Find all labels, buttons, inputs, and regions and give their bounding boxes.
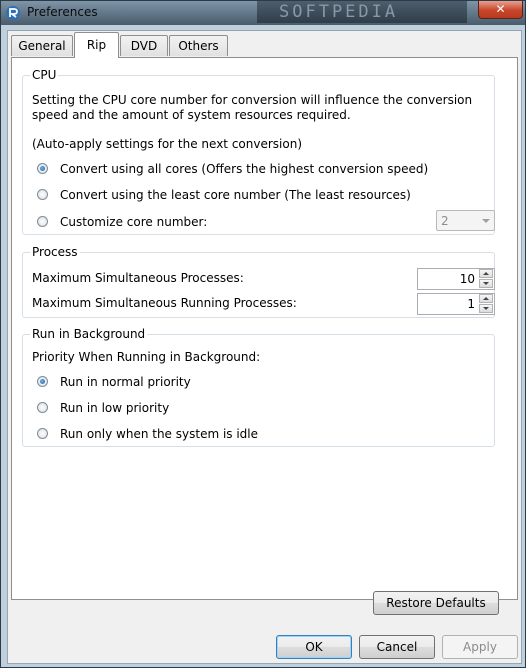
window-title: Preferences [27,5,98,19]
spin-down-icon[interactable] [479,279,493,288]
max-running-label: Maximum Simultaneous Running Processes: [32,296,297,310]
option-label: Convert using all cores (Offers the high… [60,162,429,176]
option-label: Run only when the system is idle [60,427,259,441]
option-label: Convert using the least core number (The… [60,188,411,202]
tab-general[interactable]: General [11,35,73,56]
spin-up-icon[interactable] [479,294,493,303]
spin-buttons [479,269,494,289]
spin-down-icon[interactable] [479,304,493,313]
max-processes-label: Maximum Simultaneous Processes: [32,271,244,285]
preferences-window: Preferences SOFTPEDIA ✕ General Rip DVD … [0,0,526,668]
core-number-select[interactable]: 2 [436,210,495,231]
spin-up-icon[interactable] [479,269,493,278]
max-running-value: 1 [467,297,475,311]
rip-tab-panel: CPU Setting the CPU core number for conv… [11,57,518,615]
max-processes-stepper[interactable]: 10 [417,268,495,290]
chevron-down-icon [482,219,490,223]
cpu-group-label: CPU [30,68,59,82]
close-button[interactable]: ✕ [478,1,523,19]
process-group-label: Process [30,245,80,259]
max-processes-value: 10 [459,272,475,286]
cpu-note: (Auto-apply settings for the next conver… [32,137,302,151]
background-group-label: Run in Background [30,327,148,341]
option-label: Customize core number: [60,215,208,229]
cpu-description: Setting the CPU core number for conversi… [32,93,473,122]
spin-buttons [479,294,494,314]
dialog-client-area: General Rip DVD Others CPU Setting the C… [7,30,522,664]
watermark-logo: SOFTPEDIA [257,1,467,23]
option-label: Run in normal priority [60,375,191,389]
max-running-stepper[interactable]: 1 [417,293,495,315]
core-number-value: 2 [441,214,449,228]
option-label: Run in low priority [60,401,170,415]
apply-button[interactable]: Apply [442,635,518,659]
ok-button[interactable]: OK [276,635,352,659]
app-icon [6,6,20,20]
cpu-group: CPU Setting the CPU core number for conv… [22,68,495,235]
radio-button[interactable] [37,428,48,439]
process-group: Process Maximum Simultaneous Processes: … [22,245,495,318]
title-bar[interactable]: Preferences SOFTPEDIA ✕ [1,1,525,25]
radio-button[interactable] [37,163,48,174]
cancel-button[interactable]: Cancel [359,635,435,659]
restore-defaults-button[interactable]: Restore Defaults [373,591,499,615]
radio-button[interactable] [37,189,48,200]
background-group: Run in Background Priority When Running … [22,327,495,447]
radio-button[interactable] [37,376,48,387]
tab-dvd[interactable]: DVD [120,35,168,56]
tab-others[interactable]: Others [169,35,228,56]
radio-button[interactable] [37,402,48,413]
radio-button[interactable] [37,216,48,227]
tab-rip[interactable]: Rip [74,32,119,58]
priority-label: Priority When Running in Background: [32,350,261,364]
